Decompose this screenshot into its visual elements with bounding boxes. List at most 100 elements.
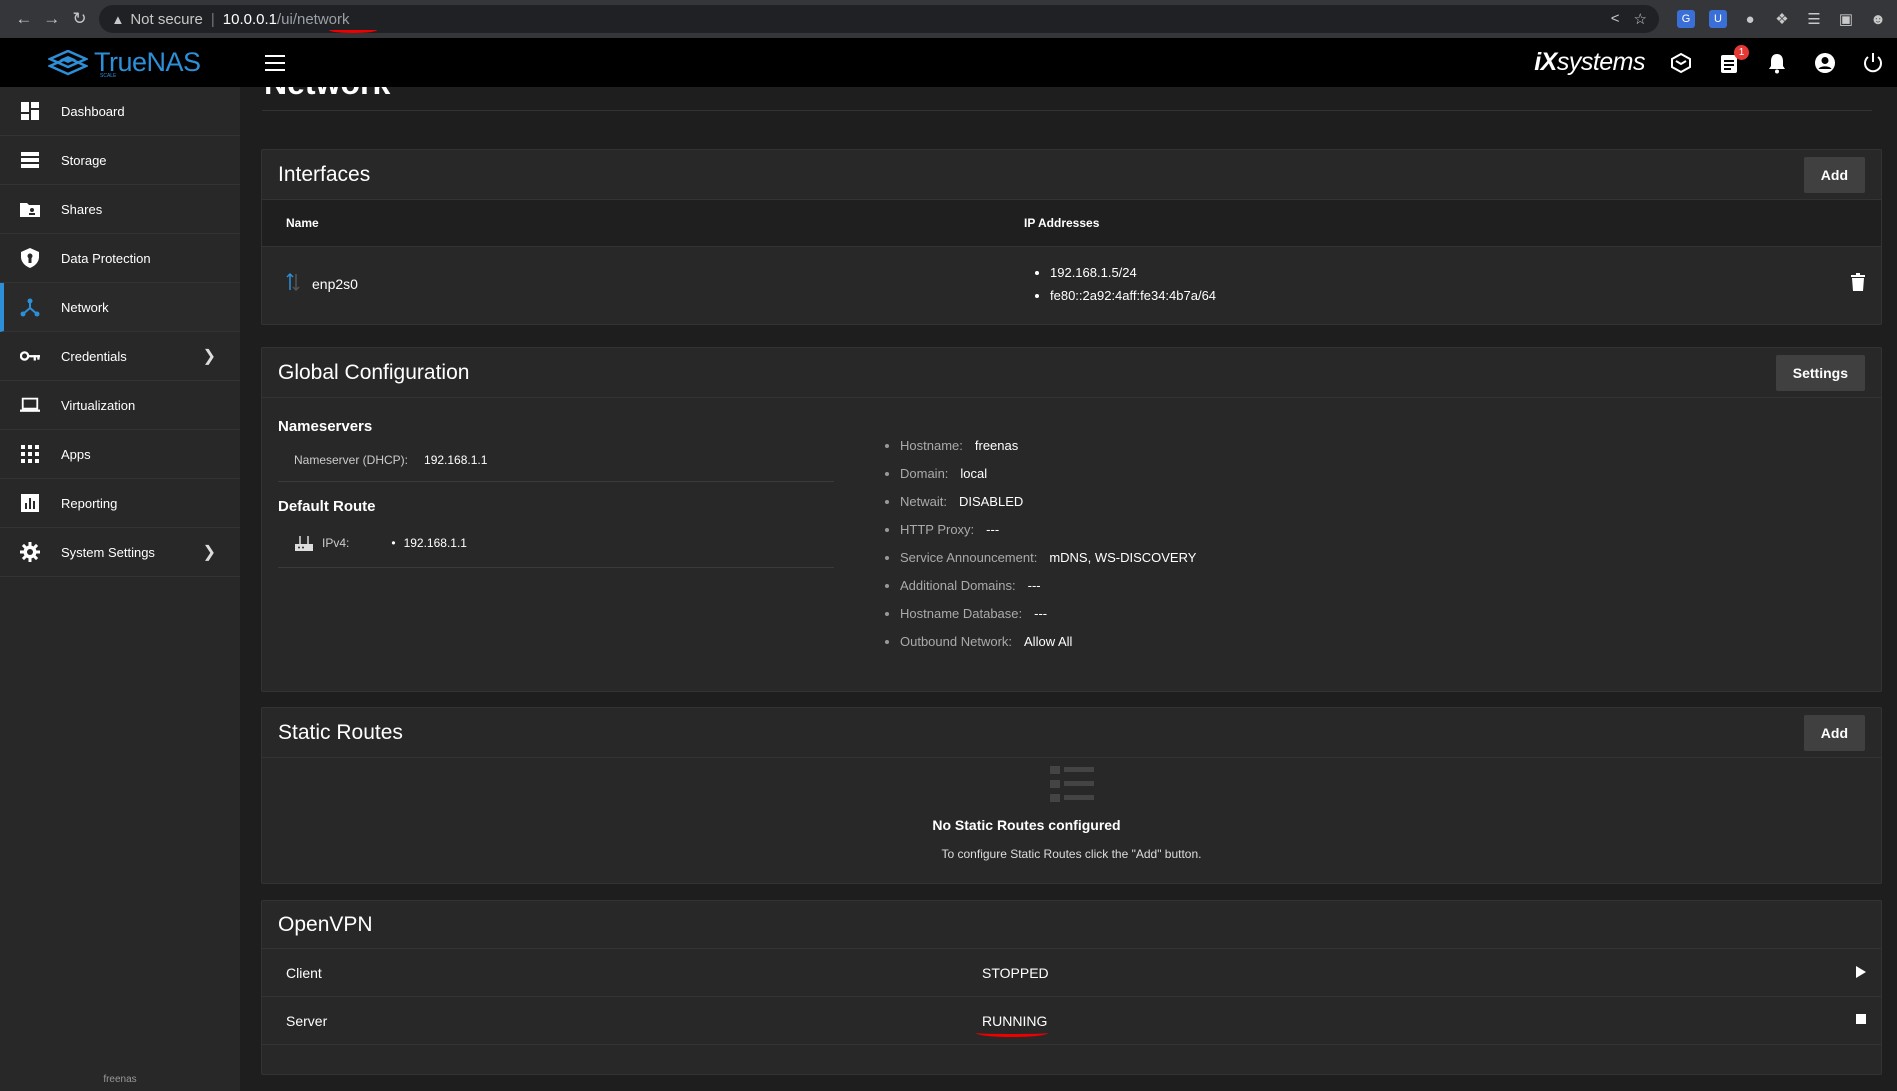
sidebar-item-label: Reporting bbox=[61, 495, 118, 511]
ixsystems-logo[interactable]: iXsystems bbox=[1534, 48, 1645, 77]
url-path: /ui/network bbox=[276, 10, 350, 28]
service-status: STOPPED bbox=[982, 964, 1049, 981]
table-row[interactable]: enp2s0 192.168.1.5/24 fe80::2a92:4aff:fe… bbox=[262, 247, 1881, 321]
shield-extension-icon[interactable]: U bbox=[1709, 10, 1727, 28]
sidebar-item-label: Storage bbox=[61, 152, 107, 168]
chevron-right-icon: ❯ bbox=[202, 348, 216, 365]
sidebar-item-label: Data Protection bbox=[61, 250, 151, 266]
sidebar-item-data-protection[interactable]: Data Protection bbox=[0, 234, 240, 283]
nameservers-heading: Nameservers bbox=[278, 418, 373, 435]
property-netwait: Netwait:DISABLED bbox=[900, 488, 1196, 516]
hostname-footer: freenas bbox=[103, 1074, 137, 1085]
translate-extension-icon[interactable]: G bbox=[1677, 10, 1695, 28]
task-manager-icon[interactable]: 1 bbox=[1717, 44, 1749, 75]
sidebar-item-shares[interactable]: Shares bbox=[0, 185, 240, 234]
side-panel-icon[interactable]: ▣ bbox=[1837, 10, 1855, 28]
stop-icon[interactable] bbox=[1855, 1013, 1867, 1025]
column-header-ip[interactable]: IP Addresses bbox=[1024, 216, 1881, 230]
power-icon[interactable] bbox=[1861, 51, 1885, 75]
nameserver-label: Nameserver (DHCP): bbox=[294, 453, 409, 467]
sidebar-item-reporting[interactable]: Reporting bbox=[0, 479, 240, 528]
media-icon[interactable]: ☰ bbox=[1805, 10, 1823, 28]
profile-avatar-icon[interactable]: ☻ bbox=[1869, 10, 1887, 28]
truenas-logo-icon bbox=[48, 49, 88, 75]
sidebar-item-virtualization[interactable]: Virtualization bbox=[0, 381, 240, 430]
add-interface-button[interactable]: Add bbox=[1803, 156, 1865, 193]
empty-list-icon bbox=[1049, 766, 1094, 802]
url-host: 10.0.0.1 bbox=[222, 10, 277, 28]
global-properties-list: Hostname:freenas Domain:local Netwait:DI… bbox=[884, 432, 1196, 656]
chevron-right-icon: ❯ bbox=[202, 544, 216, 561]
play-icon[interactable] bbox=[1855, 965, 1867, 979]
link-state-icon bbox=[286, 272, 300, 297]
default-route-row: IPv4: • 192.168.1.1 bbox=[278, 533, 834, 568]
empty-state: No Static Routes configured To configure… bbox=[262, 758, 1881, 861]
account-circle-icon[interactable] bbox=[1813, 51, 1837, 75]
back-icon[interactable]: ← bbox=[10, 5, 38, 33]
card-title: Global Configuration bbox=[278, 360, 470, 384]
nameserver-value: 192.168.1.1 bbox=[424, 453, 488, 467]
sidebar-item-label: Network bbox=[61, 299, 109, 315]
service-status: RUNNING bbox=[982, 1012, 1048, 1029]
ip-address: 192.168.1.5/24 bbox=[1050, 261, 1881, 284]
card-title: Static Routes bbox=[278, 720, 403, 744]
openvpn-card: OpenVPN Client STOPPED Server RUNNING bbox=[261, 900, 1882, 1075]
forward-icon[interactable]: → bbox=[38, 5, 66, 33]
ip-address: fe80::2a92:4aff:fe34:4b7a/64 bbox=[1050, 284, 1881, 307]
key-icon bbox=[20, 346, 40, 366]
sidebar-item-storage[interactable]: Storage bbox=[0, 136, 240, 185]
notification-bell-icon[interactable] bbox=[1765, 51, 1789, 75]
task-count-badge: 1 bbox=[1734, 44, 1749, 60]
route-value: 192.168.1.1 bbox=[403, 536, 467, 550]
property-hostname: Hostname:freenas bbox=[900, 432, 1196, 460]
service-status-wrapper: RUNNING bbox=[976, 1012, 1048, 1037]
red-annotation-mark bbox=[976, 1029, 1048, 1037]
property-additional-domains: Additional Domains:--- bbox=[900, 572, 1196, 600]
column-header-name[interactable]: Name bbox=[262, 216, 1024, 230]
menu-toggle-icon[interactable] bbox=[265, 54, 285, 71]
gear-icon bbox=[20, 542, 40, 562]
sidebar-item-apps[interactable]: Apps bbox=[0, 430, 240, 479]
sidebar-item-dashboard[interactable]: Dashboard bbox=[0, 87, 240, 136]
card-title: Interfaces bbox=[278, 162, 371, 186]
red-annotation-mark bbox=[329, 27, 378, 33]
service-name: Server bbox=[286, 1012, 328, 1029]
ip-address-list: 192.168.1.5/24 fe80::2a92:4aff:fe34:4b7a… bbox=[1024, 261, 1881, 307]
shield-icon bbox=[20, 248, 40, 268]
settings-button[interactable]: Settings bbox=[1775, 354, 1865, 391]
warning-icon: ▲ bbox=[111, 11, 125, 27]
network-icon bbox=[20, 297, 40, 317]
truenas-logo[interactable]: TrueNAS SCALE bbox=[48, 47, 238, 79]
openvpn-server-row: Server RUNNING bbox=[262, 997, 1881, 1045]
browser-toolbar: ← → ↻ ▲ Not secure | 10.0.0.1/ui/network… bbox=[0, 0, 1897, 38]
sidebar-item-system-settings[interactable]: System Settings ❯ bbox=[0, 528, 240, 577]
puzzle-extension-icon[interactable]: ❖ bbox=[1773, 10, 1791, 28]
empty-state-message: To configure Static Routes click the "Ad… bbox=[941, 847, 1202, 861]
reload-icon[interactable]: ↻ bbox=[66, 5, 94, 33]
card-title: OpenVPN bbox=[278, 912, 373, 936]
add-static-route-button[interactable]: Add bbox=[1803, 714, 1865, 751]
truecommand-icon[interactable] bbox=[1669, 51, 1693, 75]
sidebar-item-network[interactable]: Network bbox=[0, 283, 240, 332]
address-bar[interactable]: ▲ Not secure | 10.0.0.1/ui/network < ☆ bbox=[99, 5, 1659, 33]
route-value-bullet: • bbox=[391, 536, 396, 550]
delete-icon[interactable] bbox=[1851, 273, 1865, 291]
face-extension-icon[interactable]: ● bbox=[1741, 10, 1759, 28]
sidebar-item-label: Dashboard bbox=[61, 103, 125, 119]
property-hostname-database: Hostname Database:--- bbox=[900, 600, 1196, 628]
router-icon bbox=[295, 536, 313, 551]
share-icon[interactable]: < bbox=[1611, 10, 1620, 28]
default-route-heading: Default Route bbox=[278, 498, 376, 515]
sidebar-item-credentials[interactable]: Credentials ❯ bbox=[0, 332, 240, 381]
property-service-announcement: Service Announcement:mDNS, WS-DISCOVERY bbox=[900, 544, 1196, 572]
laptop-icon bbox=[20, 395, 40, 415]
empty-state-title: No Static Routes configured bbox=[932, 817, 1121, 833]
service-name: Client bbox=[286, 964, 322, 981]
main-content: Network Interfaces Add Name IP Addresses… bbox=[240, 87, 1897, 1091]
bookmark-star-icon[interactable]: ☆ bbox=[1634, 10, 1647, 28]
dashboard-icon bbox=[20, 101, 40, 121]
app-header: TrueNAS SCALE iXsystems 1 bbox=[0, 38, 1897, 87]
storage-icon bbox=[20, 150, 40, 170]
property-domain: Domain:local bbox=[900, 460, 1196, 488]
title-divider bbox=[262, 110, 1872, 111]
